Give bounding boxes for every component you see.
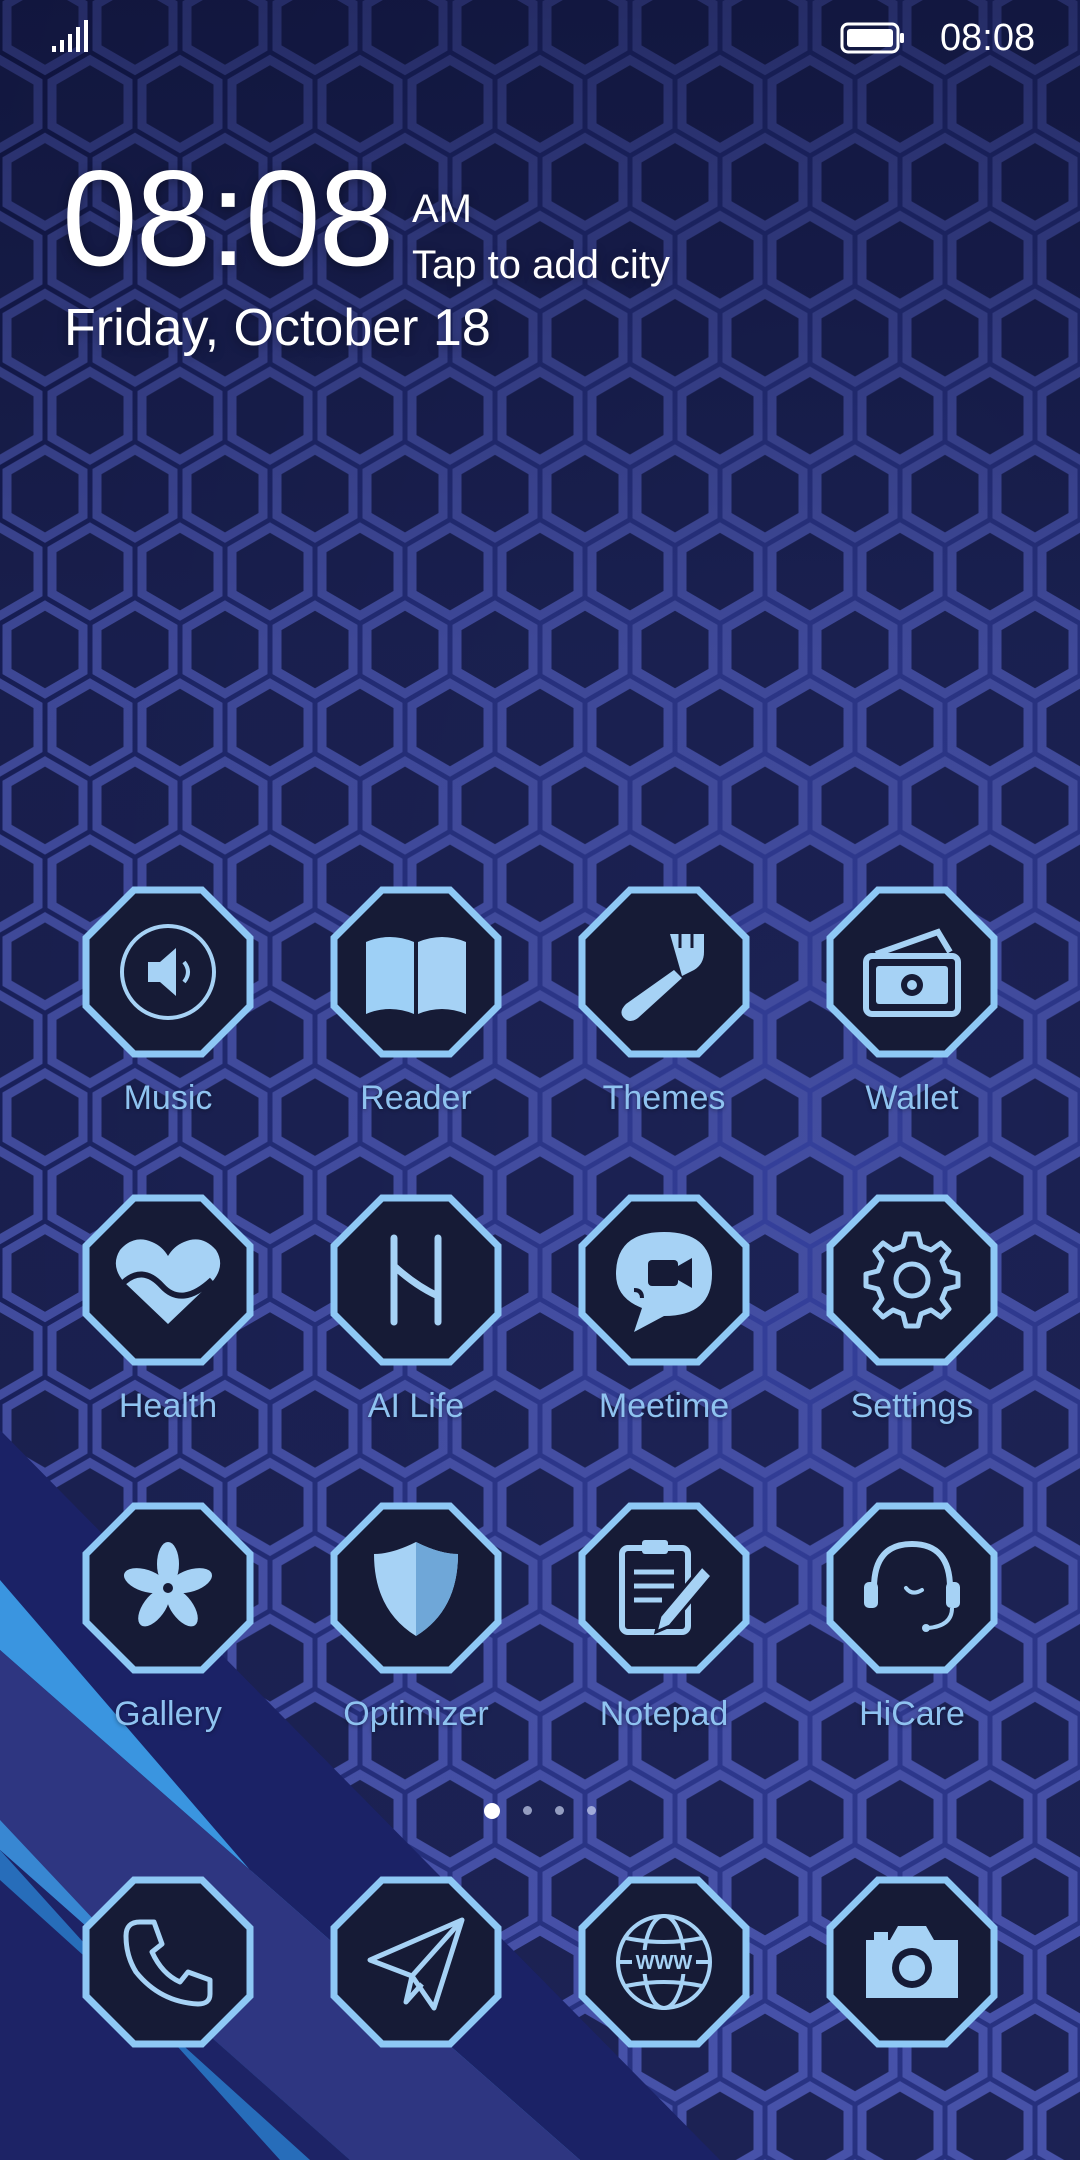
camera-icon <box>826 1876 998 2048</box>
headset-icon <box>826 1502 998 1674</box>
app-icon[interactable] <box>82 1502 254 1674</box>
heart-icon <box>82 1194 254 1366</box>
dock-browser[interactable]: WWW <box>578 1876 750 2048</box>
flower-icon <box>82 1502 254 1674</box>
book-icon <box>330 886 502 1058</box>
app-themes[interactable]: Themes <box>540 880 788 1150</box>
gear-icon <box>826 1194 998 1366</box>
signal-bars-icon <box>52 20 88 52</box>
app-icon[interactable] <box>578 1194 750 1366</box>
app-label: Notepad <box>599 1695 729 1733</box>
clock-ampm: AM <box>412 187 472 231</box>
dock-camera[interactable] <box>826 1876 998 2048</box>
add-city-link[interactable]: Tap to add city <box>412 242 670 288</box>
app-icon[interactable] <box>330 1194 502 1366</box>
app-ai-life[interactable]: AI Life <box>292 1188 540 1458</box>
app-hicare[interactable]: HiCare <box>788 1496 1036 1766</box>
shield-icon <box>330 1502 502 1674</box>
status-bar-time: 08:08 <box>940 17 1036 59</box>
battery-full-icon <box>840 22 904 54</box>
app-icon[interactable] <box>82 886 254 1058</box>
app-settings[interactable]: Settings <box>788 1188 1036 1458</box>
clock-time[interactable]: 08:08 <box>62 150 394 286</box>
app-optimizer[interactable]: Optimizer <box>292 1496 540 1766</box>
paper-plane-icon <box>330 1876 502 2048</box>
paintbrush-icon <box>578 886 750 1058</box>
app-icon[interactable] <box>826 1194 998 1366</box>
app-gallery[interactable]: Gallery <box>44 1496 292 1766</box>
app-health[interactable]: Health <box>44 1188 292 1458</box>
app-label: AI Life <box>367 1387 465 1425</box>
dock-messages[interactable] <box>330 1876 502 2048</box>
wallet-icon <box>826 886 998 1058</box>
page-dot-1[interactable] <box>484 1803 500 1819</box>
dock: WWW <box>0 1870 1080 2070</box>
app-icon[interactable] <box>578 1502 750 1674</box>
app-label: Wallet <box>865 1079 959 1117</box>
app-grid: Music Reader Themes Wallet Health AI Lif… <box>0 880 1080 1760</box>
app-label: HiCare <box>859 1695 965 1733</box>
speaker-icon <box>82 886 254 1058</box>
app-meetime[interactable]: Meetime <box>540 1188 788 1458</box>
ai-life-icon <box>330 1194 502 1366</box>
app-icon[interactable] <box>330 886 502 1058</box>
video-chat-icon <box>578 1194 750 1366</box>
page-dot-4[interactable] <box>587 1806 596 1815</box>
page-dot-2[interactable] <box>523 1806 532 1815</box>
phone-icon <box>82 1876 254 2048</box>
app-label: Themes <box>602 1079 726 1117</box>
app-icon[interactable] <box>330 1502 502 1674</box>
notepad-icon <box>578 1502 750 1674</box>
app-icon[interactable] <box>826 1502 998 1674</box>
app-label: Music <box>123 1079 213 1117</box>
app-label: Settings <box>850 1387 974 1425</box>
app-label: Optimizer <box>343 1695 489 1733</box>
app-icon[interactable] <box>826 886 998 1058</box>
home-screen: 08:08 08:08 AM Tap to add city Friday, O… <box>0 0 1080 2160</box>
app-reader[interactable]: Reader <box>292 880 540 1150</box>
app-label: Health <box>118 1387 218 1425</box>
page-dot-3[interactable] <box>555 1806 564 1815</box>
dock-phone[interactable] <box>82 1876 254 2048</box>
page-indicator[interactable] <box>0 1802 1080 1822</box>
status-bar: 08:08 <box>0 0 1080 72</box>
app-label: Meetime <box>598 1387 730 1425</box>
app-label: Reader <box>360 1079 472 1117</box>
globe-icon: WWW <box>578 1876 750 2048</box>
app-icon[interactable] <box>82 1194 254 1366</box>
app-label: Gallery <box>114 1695 222 1733</box>
app-icon[interactable] <box>578 886 750 1058</box>
globe-www-text: WWW <box>636 1952 693 1974</box>
clock-date[interactable]: Friday, October 18 <box>64 298 491 358</box>
app-wallet[interactable]: Wallet <box>788 880 1036 1150</box>
clock-widget[interactable]: 08:08 AM Tap to add city Friday, October… <box>62 150 762 380</box>
app-music[interactable]: Music <box>44 880 292 1150</box>
app-notepad[interactable]: Notepad <box>540 1496 788 1766</box>
